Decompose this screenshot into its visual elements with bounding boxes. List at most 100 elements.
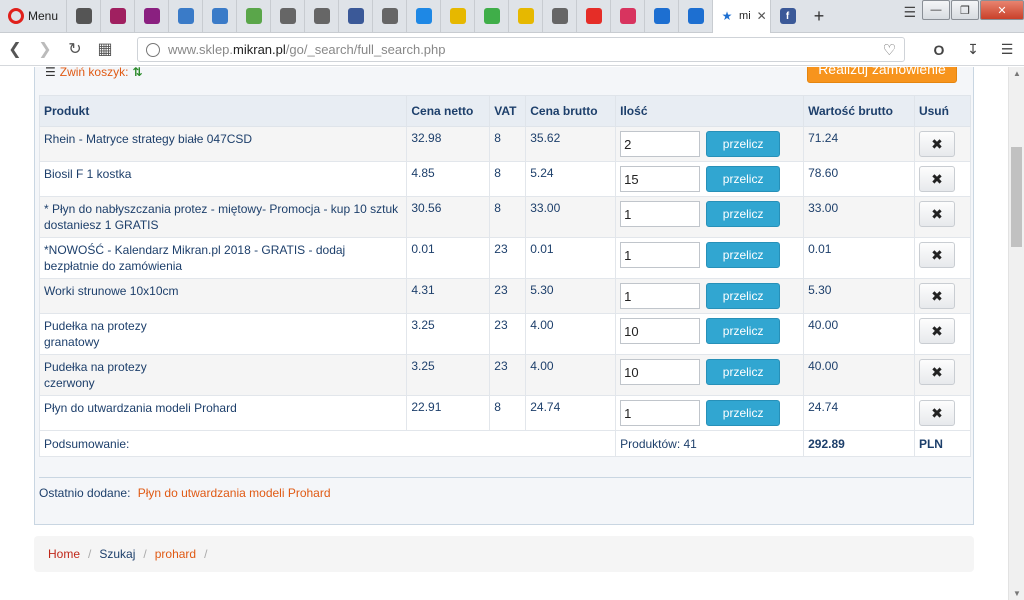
gross-price: 0.01 <box>525 237 617 279</box>
remove-item-button[interactable]: ✖ <box>918 201 955 227</box>
back-icon[interactable]: ❮ <box>0 39 30 59</box>
product-link[interactable]: Worki strunowe 10x10cm <box>44 284 179 298</box>
browser-tab[interactable] <box>168 0 202 33</box>
quantity-input[interactable] <box>620 400 701 426</box>
scrollbar-thumb[interactable] <box>1011 147 1022 247</box>
place-order-button[interactable]: Realizuj zamówienie <box>807 67 957 83</box>
speed-dial-icon[interactable]: ▦ <box>90 39 120 59</box>
cart-collapse-link[interactable]: ☰ Zwiń koszyk: ⇅ <box>45 67 143 79</box>
remove-item-button[interactable]: ✖ <box>918 283 955 309</box>
browser-tab[interactable] <box>474 0 508 33</box>
quantity-input[interactable] <box>620 359 701 385</box>
product-link[interactable]: Płyn do utwardzania modeli Prohard <box>44 401 237 415</box>
browser-tab[interactable] <box>134 0 168 33</box>
remove-item-button[interactable]: ✖ <box>918 359 955 385</box>
browser-tab[interactable] <box>576 0 610 33</box>
easy-setup-icon[interactable]: ☰ <box>990 41 1024 58</box>
list-icon: ☰ <box>45 67 56 79</box>
browser-tab[interactable] <box>610 0 644 33</box>
browser-tab[interactable] <box>678 0 712 33</box>
browser-tab[interactable] <box>66 0 100 33</box>
products-count: Produktów: 41 <box>615 430 805 457</box>
remove-item-button[interactable]: ✖ <box>918 242 955 268</box>
tab-active[interactable]: ★ mi ✕ <box>712 0 771 33</box>
recalculate-button[interactable]: przelicz <box>706 242 781 268</box>
quantity-input[interactable] <box>620 201 701 227</box>
breadcrumb-current[interactable]: prohard <box>155 547 196 561</box>
breadcrumb-search[interactable]: Szukaj <box>99 547 135 561</box>
quantity-input[interactable] <box>620 242 701 268</box>
wave-tab-icon <box>177 8 194 24</box>
gross-price: 5.30 <box>525 278 617 314</box>
browser-tab[interactable] <box>100 0 134 33</box>
tab-menu-icon[interactable]: ☰ <box>903 4 916 21</box>
new-tab-button[interactable]: + <box>804 6 834 27</box>
quantity-input[interactable] <box>620 166 701 192</box>
product-variant: czerwony <box>44 376 95 390</box>
product-link[interactable]: *NOWOŚĆ - Kalendarz Mikran.pl 2018 - GRA… <box>44 243 345 273</box>
product-link[interactable]: * Płyn do nabłyszczania protez - miętowy… <box>44 202 398 232</box>
remove-item-button[interactable]: ✖ <box>918 318 955 344</box>
browser-tab[interactable] <box>202 0 236 33</box>
download-icon[interactable]: ↧ <box>956 41 990 58</box>
product-link[interactable]: Pudełka na protezy <box>44 360 147 374</box>
browser-tab[interactable] <box>270 0 304 33</box>
column-header: Cena brutto <box>525 95 617 127</box>
window-close-icon[interactable]: ✕ <box>980 0 1024 20</box>
remove-item-button[interactable]: ✖ <box>918 166 955 192</box>
browser-tab[interactable] <box>236 0 270 33</box>
browser-tab[interactable] <box>372 0 406 33</box>
scroll-down-icon[interactable]: ▼ <box>1013 589 1021 598</box>
quantity-cell: przelicz <box>615 196 805 238</box>
cart-row: * Płyn do nabłyszczania protez - miętowy… <box>38 196 972 238</box>
tab-facebook[interactable]: f <box>770 0 804 33</box>
bookmark-heart-icon[interactable]: ♡ <box>883 41 896 59</box>
recalculate-button[interactable]: przelicz <box>706 318 781 344</box>
remove-item-button[interactable]: ✖ <box>918 400 955 426</box>
product-cell: Pudełka na protezy czerwony <box>38 354 408 396</box>
quantity-cell: przelicz <box>615 395 805 431</box>
opera-icon[interactable]: O <box>922 42 956 58</box>
remove-x-icon: ✖ <box>931 287 943 304</box>
last-added-product-link[interactable]: Płyn do utwardzania modeli Prohard <box>138 486 331 500</box>
forward-icon[interactable]: ❯ <box>30 39 60 59</box>
quantity-input[interactable] <box>620 318 701 344</box>
minimize-icon[interactable]: — <box>922 0 950 20</box>
browser-tab[interactable] <box>304 0 338 33</box>
browser-tab[interactable] <box>542 0 576 33</box>
recalculate-button[interactable]: przelicz <box>706 131 781 157</box>
quantity-cell: przelicz <box>615 313 805 355</box>
browser-tab[interactable] <box>508 0 542 33</box>
doc-tab-icon <box>313 8 330 24</box>
url-field[interactable]: www.sklep. mikran.pl/go/_search/full_sear… <box>137 37 905 62</box>
recalculate-button[interactable]: przelicz <box>706 166 781 192</box>
recalculate-button[interactable]: przelicz <box>706 201 781 227</box>
reload-icon[interactable]: ↻ <box>60 39 90 59</box>
browser-tab[interactable] <box>644 0 678 33</box>
net-price: 30.56 <box>406 196 491 238</box>
product-link[interactable]: Biosil F 1 kostka <box>44 167 131 181</box>
recalculate-button[interactable]: przelicz <box>706 283 781 309</box>
quantity-input[interactable] <box>620 283 701 309</box>
remove-item-button[interactable]: ✖ <box>918 131 955 157</box>
currency-label: PLN <box>913 430 972 457</box>
tab-close-icon[interactable]: ✕ <box>757 9 767 23</box>
remove-cell: ✖ <box>913 161 972 197</box>
browser-tab[interactable] <box>406 0 440 33</box>
browser-tab[interactable] <box>440 0 474 33</box>
opera-menu-button[interactable]: Menu <box>0 0 66 33</box>
recalculate-button[interactable]: przelicz <box>706 359 781 385</box>
vat-rate: 23 <box>489 278 527 314</box>
breadcrumb-separator: / <box>204 547 208 561</box>
recalculate-button[interactable]: przelicz <box>706 400 781 426</box>
product-cell: * Płyn do nabłyszczania protez - miętowy… <box>38 196 408 238</box>
scroll-up-icon[interactable]: ▲ <box>1013 69 1021 78</box>
gross-value: 78.60 <box>803 161 915 197</box>
breadcrumb-home[interactable]: Home <box>48 547 80 561</box>
restore-icon[interactable]: ❐ <box>951 0 979 20</box>
product-link[interactable]: Pudełka na protezy <box>44 319 147 333</box>
quantity-input[interactable] <box>620 131 701 157</box>
browser-tab[interactable] <box>338 0 372 33</box>
product-link[interactable]: Rhein - Matryce strategy białe 047CSD <box>44 132 252 146</box>
page-scrollbar[interactable]: ▲ ▼ <box>1008 67 1024 600</box>
